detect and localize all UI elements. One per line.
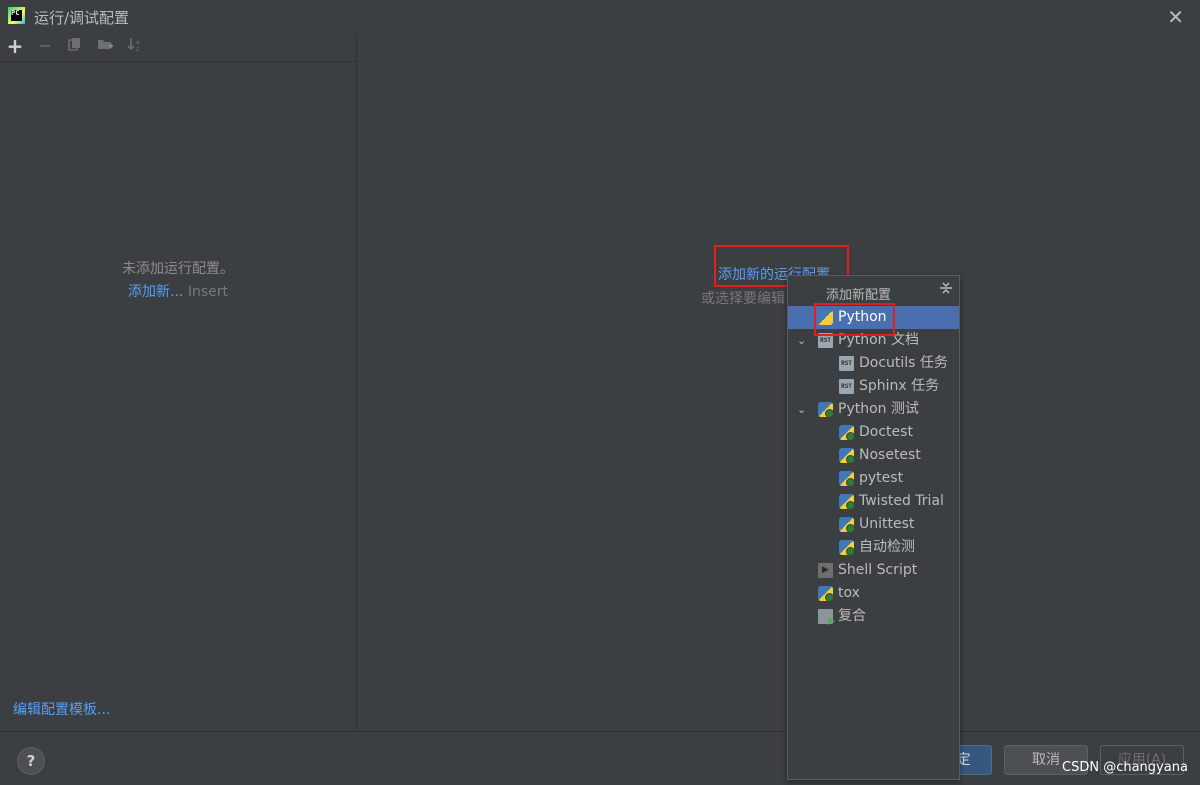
title-bar: PC 运行/调试配置 ✕ — [0, 0, 1200, 33]
python-test-icon — [839, 494, 855, 510]
add-icon[interactable]: + — [5, 36, 25, 56]
configuration-type-list: Python ⌄ RST Python 文档 RST Docutils 任务 R… — [788, 306, 959, 628]
pycharm-app-icon: PC — [8, 7, 25, 24]
insert-shortcut-hint: Insert — [187, 284, 228, 300]
python-test-icon — [839, 448, 855, 464]
configuration-details-panel — [357, 33, 1200, 731]
list-item-doctest[interactable]: Doctest — [788, 421, 959, 444]
add-new-configuration-popup: 添加新配置 Python ⌄ RST Python 文档 RST Docutil… — [787, 275, 960, 780]
shell-script-icon: ▶ — [818, 563, 833, 578]
configurations-sidebar: + − az 未添加运行配置。 添加新... Insert 编辑配置模板... — [0, 33, 357, 731]
svg-text:z: z — [136, 46, 139, 52]
chevron-down-icon[interactable]: ⌄ — [797, 398, 806, 421]
python-icon — [818, 310, 833, 325]
list-item-compound[interactable]: 复合 — [788, 605, 959, 628]
add-new-link[interactable]: 添加新... — [128, 284, 183, 300]
list-item-nosetest[interactable]: Nosetest — [788, 444, 959, 467]
chevron-down-icon[interactable]: ⌄ — [797, 329, 806, 352]
list-item-tox[interactable]: tox — [788, 582, 959, 605]
sort-icon[interactable]: az — [125, 36, 145, 56]
remove-icon[interactable]: − — [35, 36, 55, 56]
select-to-edit-hint: 或选择要编辑 — [701, 291, 785, 307]
list-item-shell-script[interactable]: ▶ Shell Script — [788, 559, 959, 582]
list-item-unittest[interactable]: Unittest — [788, 513, 959, 536]
dialog-footer: ? 定 取消 应用(A) — [0, 731, 1200, 785]
add-new-row: 添加新... Insert — [0, 281, 356, 301]
python-test-icon — [818, 402, 834, 418]
python-test-icon — [839, 540, 855, 556]
svg-text:a: a — [136, 39, 140, 46]
list-item-python[interactable]: Python — [788, 306, 959, 329]
rst-icon: RST — [839, 379, 854, 394]
list-item-pytest[interactable]: pytest — [788, 467, 959, 490]
python-test-icon — [839, 517, 855, 533]
popup-title: 添加新配置 — [826, 288, 892, 303]
rst-icon: RST — [818, 333, 833, 348]
popup-header: 添加新配置 — [788, 276, 959, 306]
help-button[interactable]: ? — [17, 747, 45, 775]
list-item-python-docs[interactable]: ⌄ RST Python 文档 — [788, 329, 959, 352]
compound-icon — [818, 609, 835, 625]
python-test-icon — [839, 471, 855, 487]
copy-icon[interactable] — [65, 36, 85, 56]
sidebar-toolbar: + − az — [0, 33, 356, 62]
close-icon[interactable]: ✕ — [1167, 5, 1184, 29]
rst-icon: RST — [839, 356, 854, 371]
python-test-icon — [839, 425, 855, 441]
list-item-autodetect[interactable]: 自动检测 — [788, 536, 959, 559]
new-folder-icon[interactable] — [95, 36, 115, 56]
list-item-sphinx-task[interactable]: RST Sphinx 任务 — [788, 375, 959, 398]
list-item-python-tests[interactable]: ⌄ Python 测试 — [788, 398, 959, 421]
edit-configuration-templates-link[interactable]: 编辑配置模板... — [13, 699, 110, 719]
empty-configurations-message: 未添加运行配置。 — [122, 261, 234, 277]
list-item-docutils-task[interactable]: RST Docutils 任务 — [788, 352, 959, 375]
window-title: 运行/调试配置 — [34, 9, 130, 27]
watermark: CSDN @changyana — [1062, 760, 1188, 775]
python-test-icon — [818, 586, 834, 602]
collapse-all-icon[interactable] — [939, 281, 953, 299]
list-item-twisted-trial[interactable]: Twisted Trial — [788, 490, 959, 513]
